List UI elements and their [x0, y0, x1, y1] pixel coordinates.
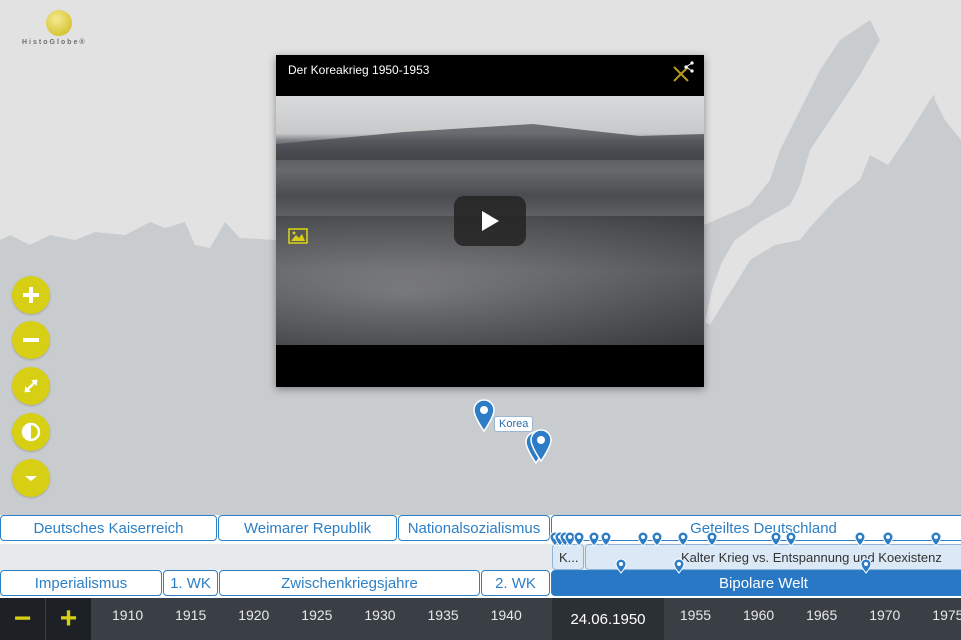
chevron-down-icon: [25, 476, 37, 481]
video-popup: Der Koreakrieg 1950-1953: [276, 55, 704, 387]
event-pin-icon[interactable]: [651, 531, 663, 547]
event-pin-icon[interactable]: [785, 531, 797, 547]
timeline[interactable]: Deutsches Kaiserreich Weimarer Republik …: [0, 515, 961, 640]
current-date: 24.06.1950: [552, 598, 664, 640]
axis-tick-label: 1940: [490, 607, 522, 623]
share-icon[interactable]: [684, 61, 694, 73]
axis-tick-label: 1920: [238, 607, 270, 623]
axis-tick-label: 1965: [806, 607, 838, 623]
contrast-button[interactable]: [12, 413, 50, 451]
era-koreakrieg[interactable]: K...: [552, 544, 584, 570]
play-button[interactable]: [454, 196, 526, 246]
era-2-wk[interactable]: 2. WK: [481, 570, 550, 596]
zoom-in-button[interactable]: [12, 276, 50, 314]
minus-icon: [23, 338, 39, 342]
era-bipolare-welt[interactable]: Bipolare Welt: [551, 570, 961, 596]
map[interactable]: HistoGlobe® Der Koreakrieg 1950-1953 Kor…: [0, 0, 961, 515]
image-icon[interactable]: [288, 228, 308, 244]
video-player[interactable]: [276, 96, 704, 345]
contrast-icon: [21, 422, 41, 442]
event-pin-icon[interactable]: [860, 558, 872, 574]
time-axis[interactable]: − + 191019151920192519301935194019451950…: [0, 598, 961, 640]
map-marker-icon[interactable]: [529, 428, 553, 462]
event-pin-icon[interactable]: [673, 558, 685, 574]
event-pin-icon[interactable]: [770, 531, 782, 547]
event-pin-icon[interactable]: [637, 531, 649, 547]
popup-title: Der Koreakrieg 1950-1953: [288, 63, 430, 77]
event-pin-icon[interactable]: [854, 531, 866, 547]
axis-tick-label: 1975: [932, 607, 961, 623]
era-deutsches-kaiserreich[interactable]: Deutsches Kaiserreich: [0, 515, 217, 541]
globe-icon: [46, 10, 72, 36]
event-pin-icon[interactable]: [588, 531, 600, 547]
minus-icon: −: [13, 602, 32, 635]
event-pin-icon[interactable]: [677, 531, 689, 547]
event-pin-icon[interactable]: [930, 531, 942, 547]
timeline-zoom-in-button[interactable]: +: [46, 598, 91, 640]
axis-tick-label: 1910: [112, 607, 144, 623]
map-marker-icon[interactable]: [472, 398, 496, 432]
event-pin-icon[interactable]: [615, 558, 627, 574]
axis-tick-label: 1915: [175, 607, 207, 623]
axis-tick-label: 1925: [301, 607, 333, 623]
era-weimarer-republik[interactable]: Weimarer Republik: [218, 515, 397, 541]
plus-icon: +: [59, 602, 78, 635]
event-pin-icon[interactable]: [600, 531, 612, 547]
era-nationalsozialismus[interactable]: Nationalsozialismus: [398, 515, 550, 541]
more-button[interactable]: [12, 459, 50, 497]
axis-tick-label: 1930: [364, 607, 396, 623]
play-icon: [482, 211, 499, 231]
fullscreen-button[interactable]: [12, 367, 50, 405]
event-pin-icon[interactable]: [882, 531, 894, 547]
timeline-zoom-out-button[interactable]: −: [0, 598, 45, 640]
video-frame-mountains: [276, 124, 704, 160]
axis-tick-label: 1970: [869, 607, 901, 623]
era-zwischenkriegsjahre[interactable]: Zwischenkriegsjahre: [219, 570, 480, 596]
event-pin-icon[interactable]: [573, 531, 585, 547]
era-kalter-krieg[interactable]: Kalter Krieg vs. Entspannung und Koexist…: [585, 544, 961, 570]
logo-text: HistoGlobe®: [22, 39, 87, 46]
plus-icon: [23, 287, 39, 303]
axis-tick-label: 1935: [427, 607, 459, 623]
expand-icon: [24, 379, 38, 393]
axis-tick-label: 1955: [679, 607, 712, 623]
histoglobe-logo: HistoGlobe®: [22, 8, 102, 48]
axis-tick-label: 1960: [743, 607, 775, 623]
event-pin-icon[interactable]: [706, 531, 718, 547]
era-1-wk[interactable]: 1. WK: [163, 570, 218, 596]
era-imperialismus[interactable]: Imperialismus: [0, 570, 162, 596]
zoom-out-button[interactable]: [12, 321, 50, 359]
era-geteiltes-deutschland[interactable]: Geteiltes Deutschland: [551, 515, 961, 541]
